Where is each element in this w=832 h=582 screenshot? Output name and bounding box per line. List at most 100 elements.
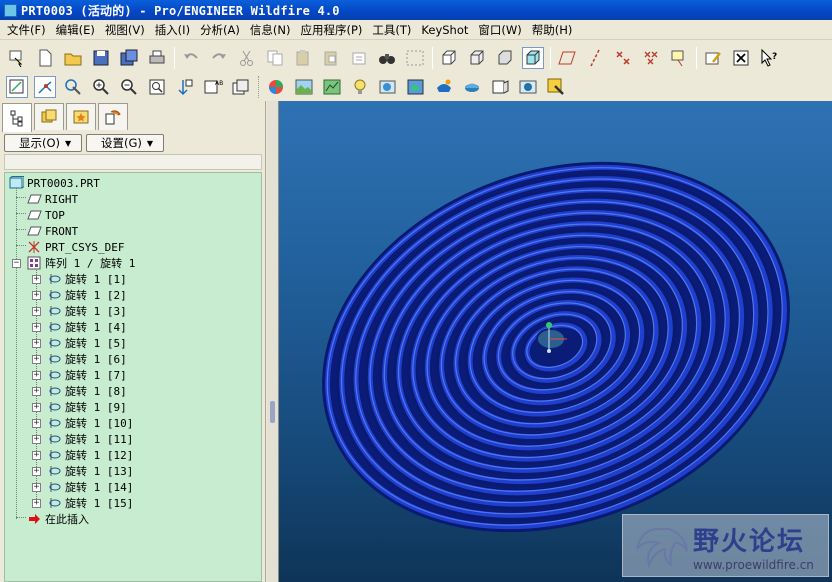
render-window-icon[interactable] (405, 76, 427, 98)
close-window-icon[interactable] (730, 47, 752, 69)
render-room-icon[interactable] (461, 76, 483, 98)
tree-item-top[interactable]: TOP (26, 207, 65, 223)
refit-icon[interactable] (146, 76, 168, 98)
layers-icon[interactable] (230, 76, 252, 98)
regenerate-icon[interactable] (348, 47, 370, 69)
tree-item-right[interactable]: RIGHT (26, 191, 78, 207)
paste-icon[interactable] (292, 47, 314, 69)
tree-item-revolve[interactable]: + 旋转 1 [1] (32, 271, 127, 287)
menu-applications[interactable]: 应用程序(P) (297, 22, 369, 38)
new-file-icon[interactable] (34, 47, 56, 69)
expand-icon[interactable]: + (32, 290, 41, 300)
selection-filter-icon[interactable] (404, 47, 426, 69)
select-window-icon[interactable] (6, 47, 28, 69)
expand-icon[interactable]: + (32, 306, 41, 316)
tree-root[interactable]: PRT0003.PRT (8, 175, 100, 191)
view-cube-shaded-icon[interactable] (466, 47, 488, 69)
menu-view[interactable]: 视图(V) (102, 22, 152, 38)
expand-icon[interactable]: + (32, 354, 41, 364)
tree-item-revolve[interactable]: + 旋转 1 [14] (32, 479, 133, 495)
tree-item-revolve[interactable]: + 旋转 1 [5] (32, 335, 127, 351)
expand-icon[interactable]: + (32, 402, 41, 412)
zoom-out-icon[interactable] (118, 76, 140, 98)
redo-icon[interactable] (208, 47, 230, 69)
spiral-model-render[interactable] (279, 101, 832, 582)
tree-item-revolve[interactable]: + 旋转 1 [8] (32, 383, 127, 399)
keyshot-render-icon[interactable] (545, 76, 567, 98)
datum-point-icon[interactable] (612, 47, 634, 69)
view-cube-active-icon[interactable] (522, 47, 544, 69)
paste-special-icon[interactable] (320, 47, 342, 69)
copy-icon[interactable] (264, 47, 286, 69)
tree-item-revolve[interactable]: + 旋转 1 [4] (32, 319, 127, 335)
tree-item-revolve[interactable]: + 旋转 1 [11] (32, 431, 133, 447)
view-cube-hidden-icon[interactable] (494, 47, 516, 69)
tree-item-revolve[interactable]: + 旋转 1 [7] (32, 367, 127, 383)
expand-icon[interactable]: + (32, 482, 41, 492)
tree-item-front[interactable]: FRONT (26, 223, 78, 239)
scene-icon[interactable] (293, 76, 315, 98)
expand-icon[interactable]: + (32, 370, 41, 380)
tree-item-revolve[interactable]: + 旋转 1 [13] (32, 463, 133, 479)
tree-filter-bar[interactable] (4, 154, 262, 170)
zoom-in-icon[interactable] (90, 76, 112, 98)
menu-window[interactable]: 窗口(W) (475, 22, 528, 38)
expand-icon[interactable]: + (32, 386, 41, 396)
render-region-icon[interactable] (433, 76, 455, 98)
tree-item-revolve[interactable]: + 旋转 1 [15] (32, 495, 133, 511)
coordinate-system-icon[interactable] (640, 47, 662, 69)
menu-edit[interactable]: 编辑(E) (53, 22, 102, 38)
collapse-icon[interactable]: − (12, 258, 21, 268)
light-bulb-icon[interactable] (349, 76, 371, 98)
expand-icon[interactable]: + (32, 450, 41, 460)
expand-icon[interactable]: + (32, 434, 41, 444)
show-dropdown[interactable]: 显示(O) ▼ (4, 134, 82, 152)
tab-connections[interactable] (98, 103, 128, 130)
spin-center-icon[interactable] (34, 76, 56, 98)
expand-icon[interactable]: + (32, 322, 41, 332)
menu-file[interactable]: 文件(F) (4, 22, 53, 38)
reorient-icon[interactable] (174, 76, 196, 98)
panel-splitter[interactable] (267, 101, 279, 582)
tree-item-csys[interactable]: PRT_CSYS_DEF (26, 239, 124, 255)
datum-axis-icon[interactable] (584, 47, 606, 69)
menu-insert[interactable]: 插入(I) (152, 22, 197, 38)
print-icon[interactable] (146, 47, 168, 69)
tree-item-revolve[interactable]: + 旋转 1 [12] (32, 447, 133, 463)
tree-item-revolve[interactable]: + 旋转 1 [9] (32, 399, 127, 415)
tab-favorites[interactable] (66, 103, 96, 130)
menu-tools[interactable]: 工具(T) (369, 22, 418, 38)
expand-icon[interactable]: + (32, 274, 41, 284)
menu-help[interactable]: 帮助(H) (529, 22, 580, 38)
tree-item-revolve[interactable]: + 旋转 1 [3] (32, 303, 127, 319)
saved-views-icon[interactable]: AB (202, 76, 224, 98)
view-cube-front-icon[interactable] (438, 47, 460, 69)
expand-icon[interactable]: + (32, 338, 41, 348)
expand-icon[interactable]: + (32, 498, 41, 508)
tree-item-revolve[interactable]: + 旋转 1 [10] (32, 415, 133, 431)
cut-icon[interactable] (236, 47, 258, 69)
save-copy-icon[interactable] (118, 47, 140, 69)
menu-info[interactable]: 信息(N) (247, 22, 298, 38)
expand-icon[interactable]: + (32, 418, 41, 428)
context-help-icon[interactable]: ? (758, 47, 780, 69)
perspective-view-icon[interactable] (489, 76, 511, 98)
menu-analysis[interactable]: 分析(A) (197, 22, 247, 38)
model-tree-graphic-icon[interactable] (321, 76, 343, 98)
tree-item-revolve[interactable]: + 旋转 1 [2] (32, 287, 127, 303)
find-binoculars-icon[interactable] (376, 47, 398, 69)
datum-plane-icon[interactable] (556, 47, 578, 69)
render-setup-icon[interactable] (377, 76, 399, 98)
graphics-viewport[interactable] (279, 101, 832, 582)
annotation-icon[interactable] (668, 47, 690, 69)
save-icon[interactable] (90, 47, 112, 69)
tab-folder-browser[interactable] (34, 103, 64, 130)
tab-model-tree[interactable] (2, 103, 32, 132)
splitter-grip[interactable] (270, 401, 275, 423)
tree-item-pattern[interactable]: − 阵列 1 / 旋转 1 (12, 255, 135, 271)
sketch-view-icon[interactable] (6, 76, 28, 98)
expand-icon[interactable]: + (32, 466, 41, 476)
menu-keyshot[interactable]: KeyShot (418, 23, 475, 37)
settings-dropdown[interactable]: 设置(G) ▼ (86, 134, 164, 152)
tree-insert-here[interactable]: 在此插入 (26, 511, 89, 527)
